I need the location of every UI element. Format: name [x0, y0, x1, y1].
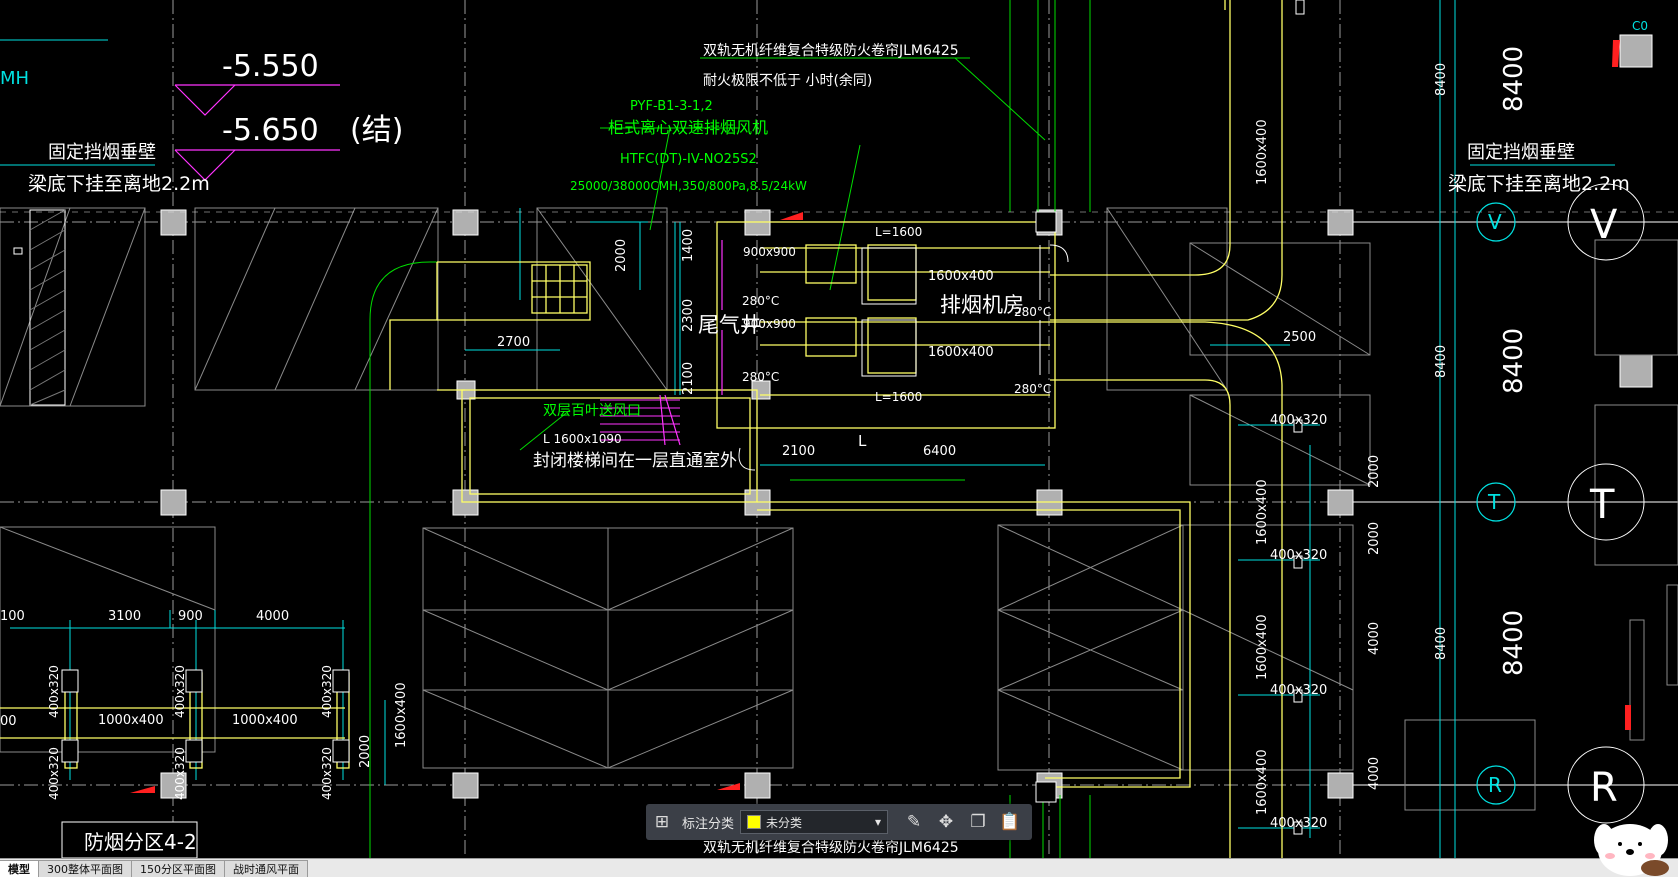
fan-name: 柜式离心双速排烟风机 [608, 118, 768, 137]
dim-6400: 6400 [923, 444, 956, 459]
dim-2700: 2700 [497, 335, 530, 350]
axis-v-label: V [1488, 210, 1502, 234]
duct-400-r1: 400x320 [1270, 413, 1327, 428]
room-name: 排烟机房 [940, 293, 1024, 317]
dim-100: 100 [0, 609, 25, 624]
edit-icon[interactable]: ✎ [901, 809, 927, 835]
duct-400-r4: 400x320 [1270, 816, 1327, 831]
tab-300-plan[interactable]: 300整体平面图 [38, 860, 132, 877]
t280-1: 280°C [742, 294, 779, 308]
duct-1000b: 1000x400 [232, 713, 298, 728]
axis-t-label: T [1487, 490, 1501, 514]
fan-code: PYF-B1-3-1,2 [630, 99, 713, 114]
axis-t-label-large: T [1589, 482, 1615, 528]
louver-1: 双层百叶送风口 [543, 403, 641, 419]
duct-1600-l: 1600x400 [394, 682, 409, 748]
t280-2: 280°C [742, 370, 779, 384]
dim-1400: 1400 [681, 229, 696, 262]
layout-tabbar: 模型 300整体平面图 150分区平面图 战时通风平面 [0, 858, 1678, 877]
duct-400-1: 400x320 [47, 665, 61, 718]
duct-400-3: 400x320 [320, 665, 334, 718]
duct-1600-v3: 1600x400 [1255, 614, 1270, 680]
fire-damper-markers [130, 40, 1631, 793]
duct-1600b: 1600x400 [928, 345, 994, 360]
duct-400-r2: 400x320 [1270, 548, 1327, 563]
dim-8400-s2: 8400 [1434, 345, 1449, 378]
smoke-wall-r2: 梁底下挂至离地2.2m [1448, 173, 1630, 195]
dim-8400-s1: 8400 [1434, 63, 1449, 96]
fan-spec: 25000/38000CMH,350/800Pa,8.5/24kW [570, 179, 807, 193]
dim-2500: 2500 [1283, 330, 1316, 345]
hatch-lines [29, 209, 66, 406]
louver-2: L 1600x1090 [543, 432, 622, 446]
dim-2300: 2300 [681, 299, 696, 332]
fan-model: HTFC(DT)-IV-NO25S2 [620, 152, 757, 167]
dim-2100v: 2100 [681, 362, 696, 395]
dim-4000v1: 4000 [1367, 622, 1382, 655]
dim-2000v2: 2000 [1367, 522, 1382, 555]
smoke-wall-r1: 固定挡烟垂壁 [1467, 142, 1575, 163]
dim-2000a: 2000 [614, 239, 629, 272]
curtain-bottom: 双轨无机纤维复合特级防火卷帘JLM6425 [703, 839, 959, 856]
dim-8400-b1: 8400 [1499, 46, 1529, 112]
dim-2100: 2100 [782, 444, 815, 459]
l-mark: L [858, 432, 867, 450]
duct-400-4: 400x320 [47, 747, 61, 800]
t280-4: 280°C [1014, 382, 1051, 396]
corner-tag: C0 [1632, 19, 1648, 33]
dim-8400-s3: 8400 [1434, 627, 1449, 660]
elev-note: (结) [350, 113, 403, 148]
chevron-down-icon: ▾ [874, 815, 882, 829]
dim-4000: 4000 [256, 609, 289, 624]
dim-900: 900 [178, 609, 203, 624]
cad-canvas[interactable]: -5.550 -5.650 (结) MH 固定挡烟垂壁 梁底下挂至离地2.2m … [0, 0, 1678, 876]
dim-00: 00 [0, 714, 17, 729]
duct-1000a: 1000x400 [98, 713, 164, 728]
copy-icon[interactable]: ❐ [965, 809, 991, 835]
dim-8400-b2: 8400 [1499, 328, 1529, 394]
curtain-top-1: 双轨无机纤维复合特级防火卷帘JLM6425 [703, 42, 959, 59]
tab-wartime-ventilation[interactable]: 战时通风平面 [224, 860, 308, 877]
elev-1: -5.550 [222, 49, 319, 84]
grid-icon[interactable]: ⊞ [649, 809, 675, 835]
tab-model[interactable]: 模型 [0, 860, 39, 877]
dim-8400-b3: 8400 [1499, 610, 1529, 676]
duct-400-r3: 400x320 [1270, 683, 1327, 698]
mascot-icon [1594, 824, 1669, 876]
category-value: 未分类 [766, 815, 803, 830]
color-swatch [747, 815, 762, 829]
elev-2: -5.650 [222, 113, 319, 148]
l1600-bot: L=1600 [875, 390, 922, 404]
duct-1600-v4: 1600x400 [1255, 749, 1270, 815]
duct-1600-v2: 1600x400 [1255, 479, 1270, 545]
smoke-wall-l2: 梁底下挂至离地2.2m [28, 173, 210, 195]
dim-4000v2: 4000 [1367, 757, 1382, 790]
move-icon[interactable]: ✥ [933, 809, 959, 835]
columns [160, 34, 1653, 799]
axis-v-label-large: V [1590, 202, 1618, 248]
curtain-top-2: 耐火极限不低于 小时(余同) [703, 72, 872, 89]
dim-2000left: 2000 [358, 735, 373, 768]
duct-900a: 900x900 [743, 245, 796, 259]
tab-150-plan[interactable]: 150分区平面图 [131, 860, 225, 877]
dim-3100: 3100 [108, 609, 141, 624]
fittings [13, 244, 1069, 471]
category-select[interactable]: 未分类 ▾ [740, 810, 889, 834]
duct-400-5: 400x320 [173, 747, 187, 800]
duct-400-6: 400x320 [320, 747, 334, 800]
axis-r-label: R [1488, 773, 1502, 797]
left-frag: MH [0, 68, 29, 89]
l1600-top: L=1600 [875, 225, 922, 239]
duct-400-2: 400x320 [173, 665, 187, 718]
toolbar-label: 标注分类 [682, 816, 735, 832]
duct-1600-v1: 1600x400 [1255, 119, 1270, 185]
zone-label: 防烟分区4-2 [84, 830, 197, 854]
paste-icon[interactable]: 📋 [997, 809, 1023, 835]
annotation-toolbar: ⊞ 标注分类 未分类 ▾ ✎ ✥ ❐ 📋 [646, 804, 1032, 840]
shaft-name: 尾气井 [698, 313, 761, 337]
dim-2000v1: 2000 [1367, 455, 1382, 488]
stair-note: 封闭楼梯间在一层直通室外 [533, 451, 737, 471]
smoke-wall-l1: 固定挡烟垂壁 [48, 142, 156, 163]
duct-1600a: 1600x400 [928, 269, 994, 284]
